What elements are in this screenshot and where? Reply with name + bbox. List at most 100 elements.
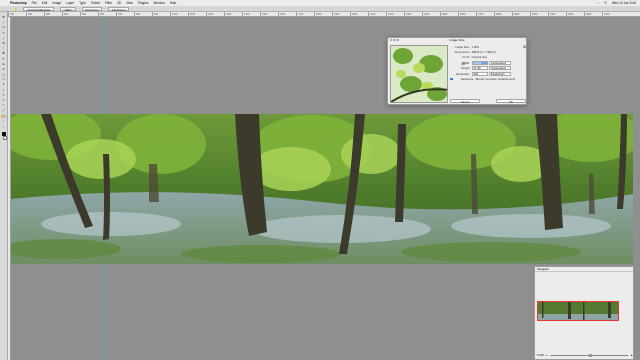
ruler-tick-label: 2900	[512, 12, 530, 16]
zoom-slider[interactable]	[549, 353, 629, 357]
dialog-title: Image Size	[449, 38, 465, 42]
navigator-panel: Navigator 8.33% ▴ ▲	[534, 266, 634, 360]
field-value-input[interactable]: 37.96	[471, 66, 488, 70]
image-size-dialog: Image Size ⛓ Image Size: 1.95G ⚙ Dimensions…	[387, 37, 527, 105]
gradient-icon[interactable]: ▭	[1, 78, 6, 82]
frame-icon[interactable]: ⊠	[1, 41, 6, 46]
ruler-tick-label: 2800	[494, 12, 512, 16]
ruler-tick-label: 3100	[548, 12, 566, 16]
ruler-tick-label: 2600	[458, 12, 476, 16]
zoom-in-icon[interactable]: ▲	[630, 354, 633, 357]
hand-tool-icon: ✋	[14, 6, 18, 11]
hand-icon[interactable]: ✋	[1, 114, 6, 119]
navigator-title[interactable]: Navigator	[535, 267, 633, 272]
ruler-tick-label: 2200	[386, 12, 404, 16]
brush-icon[interactable]: ✏	[1, 57, 6, 62]
crop-icon[interactable]: ⌗	[1, 36, 6, 41]
field-value-input[interactable]: 300	[471, 71, 488, 76]
field-label: Image Size:	[455, 44, 470, 49]
field-label: Resolution:	[456, 71, 470, 76]
fit-to-select[interactable]: Original Size	[472, 55, 488, 59]
field-label: Resample:	[460, 77, 475, 82]
ruler-tick-label: 800	[134, 12, 152, 16]
field-label: Dimensions:	[454, 50, 470, 55]
zoom-control: 8.33% ▴ ▲	[537, 353, 633, 357]
ruler-tick-label: 2100	[368, 12, 386, 16]
ruler-tick-label: 3000	[530, 12, 548, 16]
field-label: Fit To:	[462, 55, 470, 60]
field-value: 1.95G	[471, 44, 480, 49]
ruler-tick-label: 200	[26, 12, 44, 16]
more-tools-icon[interactable]: …	[1, 124, 6, 129]
field-label: Height:	[461, 66, 470, 71]
close-window-button[interactable]	[390, 39, 393, 42]
unit-select[interactable]: Pixels/Inch	[489, 71, 511, 76]
tools-panel: ✥ ⬚ ʘ ✎ ⌗ ⊠ ⁄ ✚ ✏ ⊕ ↺ ◻ ▭ ● ◐ ✒ T ↖ ▢ ✋ ⌕…	[0, 12, 8, 360]
resample-checkbox[interactable]	[450, 77, 453, 81]
dialog-fields: Image Size: 1.95G ⚙ Dimensions: 48638 px × 7…	[450, 44, 526, 82]
lasso-icon[interactable]: ʘ	[1, 26, 6, 30]
pen-icon[interactable]: ✒	[1, 93, 6, 98]
option-scroll-all-windows[interactable]: Scroll All Windows	[23, 6, 55, 12]
blur-icon[interactable]: ●	[1, 83, 6, 87]
dialog-title-bar[interactable]: Image Size	[388, 38, 526, 43]
ruler-tick-label: 1300	[224, 12, 242, 16]
field-value-input[interactable]: 20000	[471, 60, 488, 65]
dialog-buttons: Cancel OK	[450, 99, 526, 104]
cancel-button[interactable]: Cancel	[450, 99, 480, 104]
ruler-tick-label: 2000	[350, 12, 368, 16]
ruler-tick-label: 300	[44, 12, 62, 16]
dialog-row: Resample: Bicubic smoother (enlargement)	[450, 76, 526, 81]
minimize-window-button[interactable]	[393, 39, 396, 42]
ruler-tick-label: 1900	[332, 12, 350, 16]
ruler-tick-label: 1100	[188, 12, 206, 16]
move-icon[interactable]: ✥	[1, 15, 6, 20]
zoom-value[interactable]: 8.33%	[537, 354, 544, 357]
ruler-tick-label: 900	[152, 12, 170, 16]
navigator-preview[interactable]	[537, 301, 619, 321]
resample-select[interactable]: Bicubic smoother (enlargement)	[476, 77, 516, 81]
ruler-tick-label: 2700	[476, 12, 494, 16]
ruler-tick-label: 400	[62, 12, 80, 16]
image-preview[interactable]	[390, 45, 448, 103]
clone-stamp-icon[interactable]: ⊕	[1, 62, 6, 67]
forest-panorama-image	[11, 114, 633, 264]
dodge-icon[interactable]: ◐	[1, 88, 6, 93]
ruler-tick-label: 1200	[206, 12, 224, 16]
type-icon[interactable]: T	[1, 98, 6, 103]
unit-select[interactable]: Centimeters	[489, 66, 511, 70]
gear-icon[interactable]: ⚙	[523, 45, 526, 49]
background-color-swatch[interactable]	[2, 135, 7, 140]
ruler-tick-label: 100	[8, 12, 26, 16]
ruler-tick-label: 1600	[278, 12, 296, 16]
zoom-window-button[interactable]	[396, 39, 399, 42]
path-select-icon[interactable]: ↖	[1, 104, 6, 108]
option-100-[interactable]: 100%	[60, 6, 76, 12]
zoom-out-icon[interactable]: ▴	[546, 354, 547, 357]
option-fit-screen[interactable]: Fit Screen	[81, 6, 103, 12]
quick-select-icon[interactable]: ✎	[1, 31, 6, 36]
zoom-slider-thumb[interactable]	[589, 353, 593, 357]
zoom-icon[interactable]: ⌕	[1, 119, 6, 124]
ruler-tick-label: 600	[98, 12, 116, 16]
eyedropper-icon[interactable]: ⁄	[1, 47, 6, 51]
ok-button[interactable]: OK	[496, 99, 526, 104]
rectangle-icon[interactable]: ▢	[1, 109, 6, 113]
ruler-tick-label: 500	[80, 12, 98, 16]
eraser-icon[interactable]: ◻	[1, 72, 6, 77]
ruler-tick-label: 1400	[242, 12, 260, 16]
ruler-tick-label: 3300	[584, 12, 602, 16]
unit-select[interactable]: Centimeters	[489, 60, 511, 65]
history-brush-icon[interactable]: ↺	[1, 67, 6, 72]
ruler-tick-label: 1500	[260, 12, 278, 16]
healing-icon[interactable]: ✚	[1, 52, 6, 56]
ruler-tick-label: 1700	[296, 12, 314, 16]
field-value: 48638 px × 7993 px	[471, 50, 497, 55]
ruler-tick-label: 3400	[602, 12, 620, 16]
ruler-tick-label: 3200	[566, 12, 584, 16]
marquee-icon[interactable]: ⬚	[1, 21, 6, 25]
field-label: Width:	[462, 60, 470, 65]
leaves-preview-image	[391, 46, 447, 102]
document-canvas[interactable]	[11, 114, 633, 264]
option-fill-screen[interactable]: Fill Screen	[108, 6, 130, 12]
